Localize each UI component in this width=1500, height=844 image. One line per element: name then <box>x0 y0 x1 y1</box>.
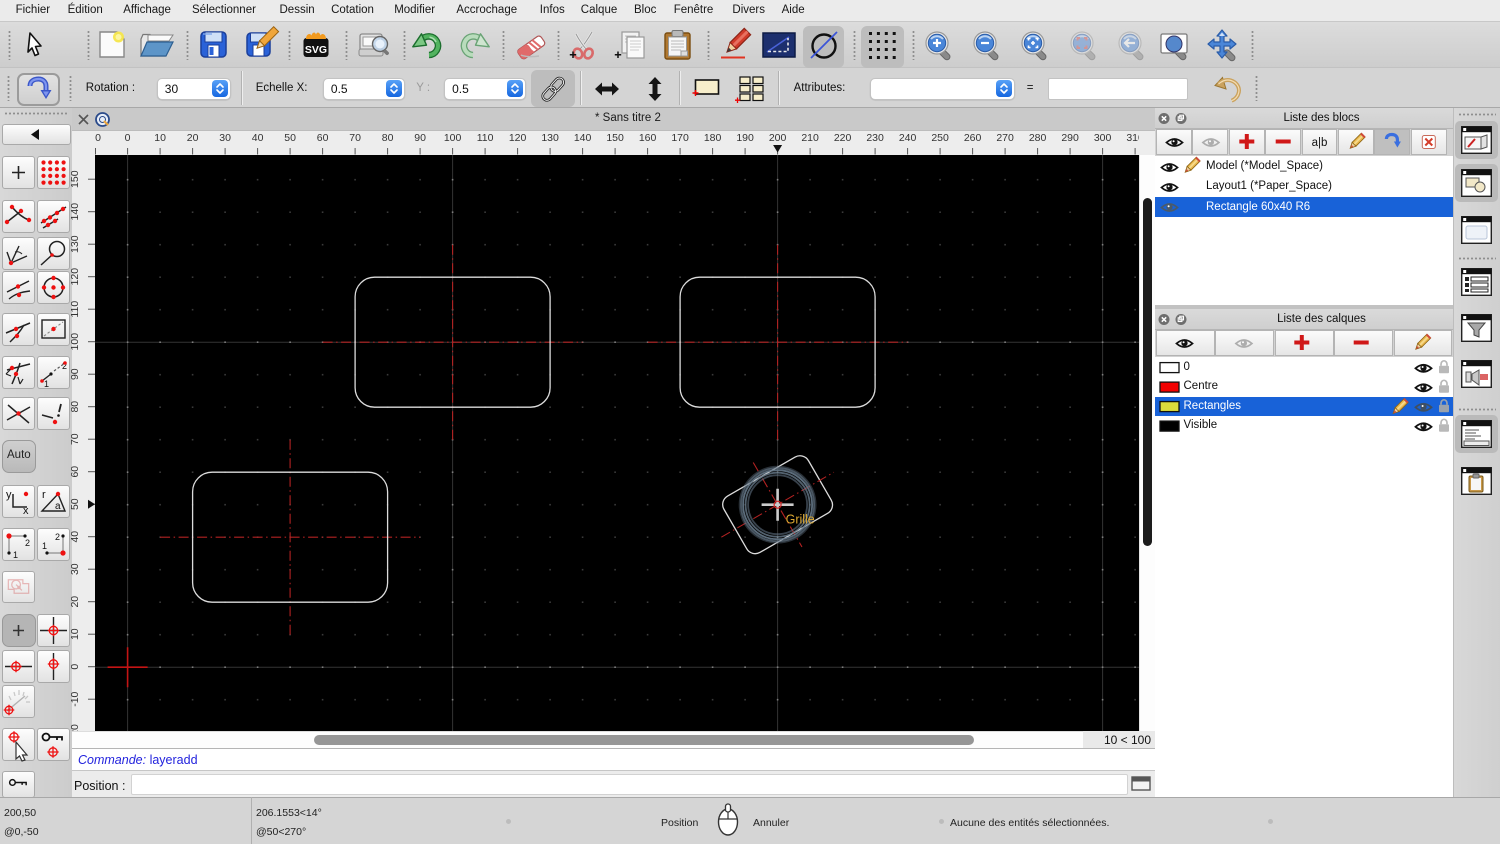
svg-text:60: 60 <box>317 132 329 144</box>
svg-text:290: 290 <box>1061 132 1079 144</box>
svg-text:50: 50 <box>284 132 296 144</box>
svg-text:170: 170 <box>671 132 689 144</box>
svg-text:250: 250 <box>931 132 949 144</box>
svg-text:90: 90 <box>414 132 426 144</box>
svg-text:10: 10 <box>154 132 166 144</box>
svg-text:180: 180 <box>704 132 722 144</box>
svg-text:100: 100 <box>444 132 462 144</box>
svg-text:100: 100 <box>69 333 81 351</box>
svg-text:110: 110 <box>477 132 494 144</box>
svg-text:-20: -20 <box>69 724 81 731</box>
svg-text:140: 140 <box>574 132 592 144</box>
svg-text:30: 30 <box>69 563 81 575</box>
svg-text:30: 30 <box>219 132 231 144</box>
svg-text:Grille: Grille <box>786 512 815 526</box>
svg-text:280: 280 <box>1029 132 1047 144</box>
svg-text:160: 160 <box>639 132 657 144</box>
svg-text:200: 200 <box>769 132 787 144</box>
svg-text:0: 0 <box>69 664 81 670</box>
svg-text:260: 260 <box>964 132 982 144</box>
svg-text:80: 80 <box>69 401 81 413</box>
svg-text:80: 80 <box>382 132 394 144</box>
svg-text:-10: -10 <box>69 691 81 706</box>
svg-text:40: 40 <box>252 132 264 144</box>
svg-text:220: 220 <box>834 132 852 144</box>
svg-text:110: 110 <box>69 301 81 318</box>
svg-text:20: 20 <box>187 132 199 144</box>
svg-text:230: 230 <box>866 132 884 144</box>
svg-text:130: 130 <box>541 132 559 144</box>
svg-text:310: 310 <box>1126 132 1139 144</box>
svg-text:60: 60 <box>69 466 81 478</box>
svg-text:10: 10 <box>69 628 81 640</box>
svg-text:150: 150 <box>69 170 81 188</box>
svg-text:50: 50 <box>69 498 81 510</box>
svg-text:150: 150 <box>606 132 624 144</box>
svg-text:210: 210 <box>801 132 819 144</box>
svg-text:120: 120 <box>509 132 527 144</box>
svg-text:70: 70 <box>69 433 81 445</box>
svg-text:240: 240 <box>899 132 917 144</box>
svg-text:0: 0 <box>125 132 131 144</box>
svg-text:140: 140 <box>69 203 81 221</box>
svg-text:120: 120 <box>69 268 81 286</box>
svg-text:40: 40 <box>69 531 81 543</box>
svg-text:190: 190 <box>736 132 754 144</box>
svg-text:70: 70 <box>349 132 361 144</box>
svg-text:90: 90 <box>69 368 81 380</box>
svg-text:270: 270 <box>996 132 1014 144</box>
svg-text:20: 20 <box>69 596 81 608</box>
svg-text:300: 300 <box>1094 132 1112 144</box>
svg-text:130: 130 <box>69 235 81 253</box>
